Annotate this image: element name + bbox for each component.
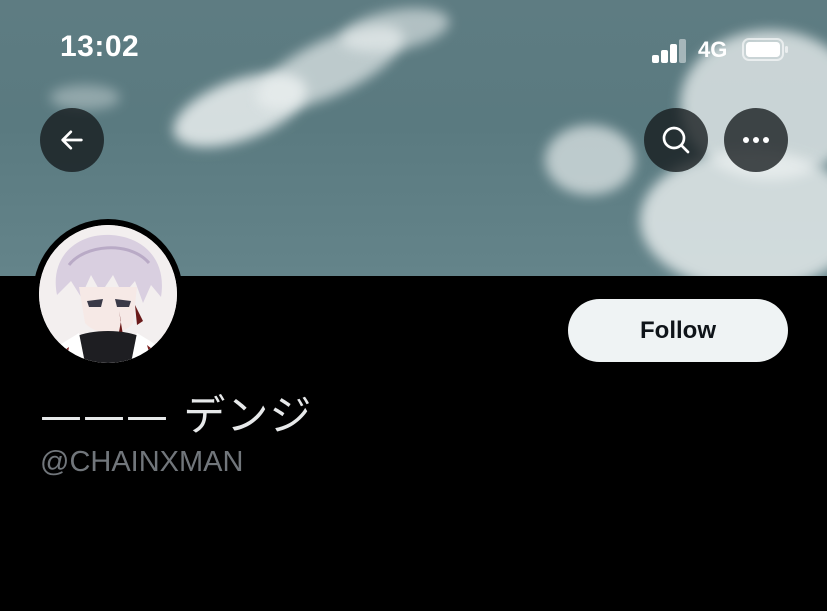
search-icon bbox=[662, 126, 690, 154]
follow-button[interactable]: Follow bbox=[568, 299, 788, 362]
status-time: 13:02 bbox=[60, 30, 140, 63]
back-button[interactable] bbox=[40, 108, 104, 172]
battery-icon bbox=[742, 38, 788, 61]
user-handle: @CHAINXMAN bbox=[40, 446, 244, 478]
more-horizontal-icon bbox=[743, 137, 769, 143]
display-name: ——— デンジ bbox=[40, 391, 313, 440]
network-label: 4G bbox=[698, 37, 728, 62]
more-button[interactable] bbox=[724, 108, 788, 172]
avatar[interactable] bbox=[33, 219, 183, 369]
profile-screen: 13:02 4G Follow ——— デンジ @CHAINXMAN bbox=[0, 0, 827, 611]
status-bar: 13:02 4G bbox=[0, 0, 827, 100]
arrow-left-icon bbox=[61, 130, 83, 150]
avatar-image bbox=[39, 225, 177, 363]
signal-icon bbox=[652, 37, 688, 63]
banner-cloud bbox=[545, 125, 635, 195]
search-button[interactable] bbox=[644, 108, 708, 172]
